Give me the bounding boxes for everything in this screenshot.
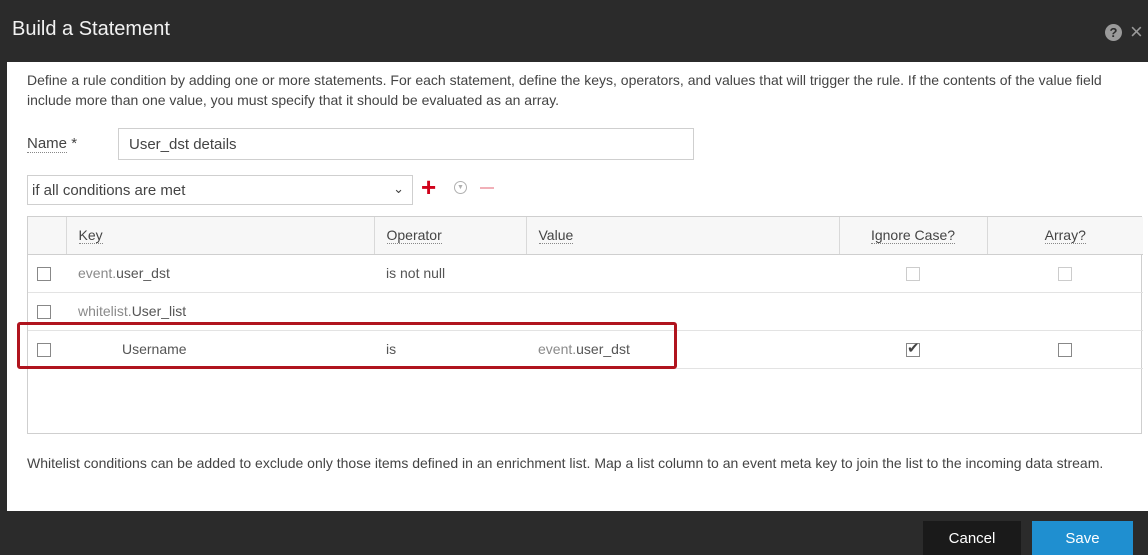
condition-select-value: if all conditions are met: [32, 182, 186, 199]
name-label: Name *: [27, 135, 78, 153]
select-column-header: [28, 217, 67, 255]
row-select-checkbox[interactable]: [37, 267, 51, 282]
row-select-checkbox[interactable]: [37, 305, 51, 320]
operator-cell: is not null: [374, 254, 526, 293]
column-header-array[interactable]: Array?: [987, 217, 1143, 255]
table-row[interactable]: event.user_dst is not null: [28, 254, 1143, 293]
dialog-titlebar: Build a Statement ? ×: [0, 0, 1148, 62]
required-mark: *: [71, 135, 78, 152]
checkmark-icon: ✔: [907, 340, 920, 358]
chevron-down-icon: ⌄: [393, 181, 404, 196]
circle-chevron-down-icon[interactable]: ▼: [454, 181, 467, 194]
array-checkbox[interactable]: [1058, 343, 1072, 358]
array-checkbox: [1058, 267, 1072, 282]
close-icon[interactable]: ×: [1130, 19, 1143, 45]
name-input[interactable]: [118, 128, 694, 160]
question-circle-icon[interactable]: ?: [1105, 24, 1122, 41]
whitelist-note: Whitelist conditions can be added to exc…: [27, 455, 1104, 471]
save-button[interactable]: Save: [1032, 521, 1133, 555]
dialog-body: Define a rule condition by adding one or…: [7, 62, 1148, 511]
table-header-row: Key Operator Value Ignore Case? Array?: [28, 217, 1143, 255]
add-statement-icon[interactable]: +: [421, 174, 436, 200]
key-cell: event.user_dst: [66, 254, 374, 293]
name-label-text: Name: [27, 135, 68, 153]
dialog-action-bar: Cancel Save: [0, 511, 1148, 555]
ignore-case-checkbox: [906, 267, 920, 282]
dialog-description: Define a rule condition by adding one or…: [27, 72, 1102, 108]
value-cell: [526, 254, 839, 293]
cancel-button[interactable]: Cancel: [923, 521, 1021, 555]
ignore-case-checkbox[interactable]: ✔: [906, 340, 920, 358]
column-header-ignore-case[interactable]: Ignore Case?: [839, 217, 988, 255]
column-header-key[interactable]: Key: [66, 217, 375, 255]
highlight-annotation: [17, 322, 677, 369]
remove-statement-icon[interactable]: [480, 187, 494, 189]
column-header-operator[interactable]: Operator: [374, 217, 527, 255]
condition-select[interactable]: if all conditions are met ⌄: [27, 175, 413, 205]
column-header-value[interactable]: Value: [526, 217, 840, 255]
dialog-title: Build a Statement: [12, 18, 170, 40]
